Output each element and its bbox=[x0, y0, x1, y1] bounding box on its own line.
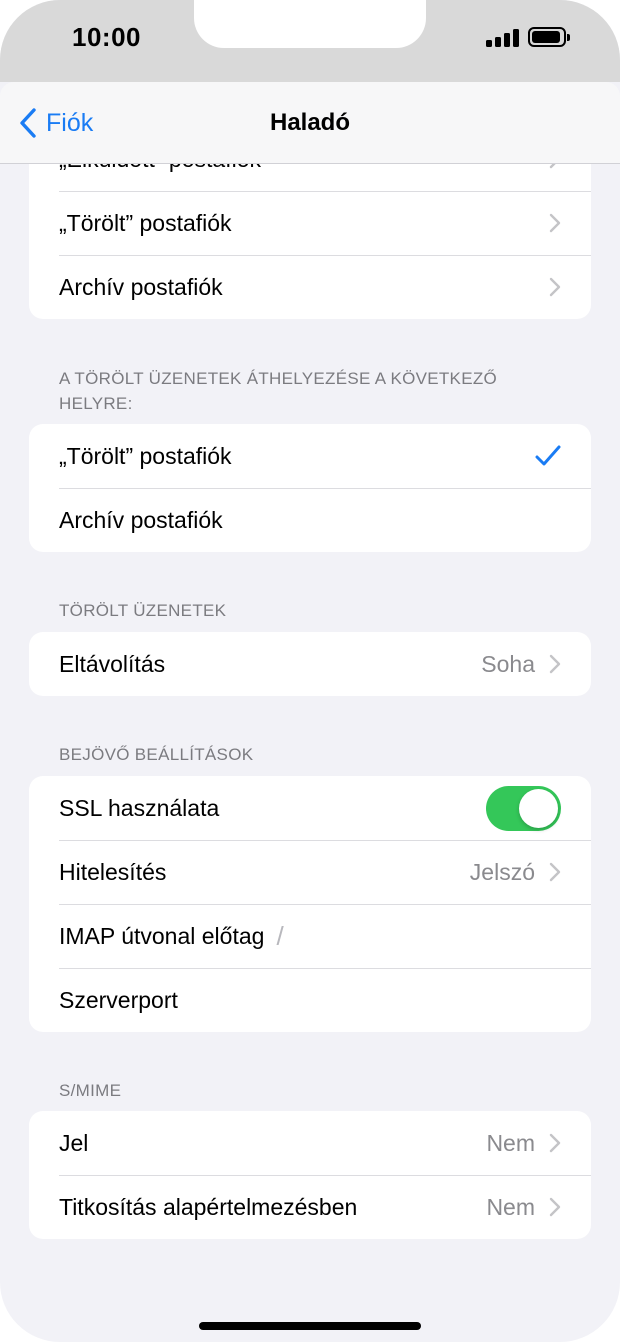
list-item-sign[interactable]: Jel Nem bbox=[29, 1111, 591, 1175]
row-label: Szerverport bbox=[59, 986, 178, 1013]
chevron-right-icon bbox=[549, 1133, 561, 1153]
notch bbox=[194, 0, 426, 48]
row-label: Titkosítás alapértelmezésben bbox=[59, 1193, 358, 1220]
list-item-remove[interactable]: Eltávolítás Soha bbox=[29, 632, 591, 696]
imap-prefix-input[interactable]: / bbox=[276, 921, 283, 952]
row-label: Archív postafiók bbox=[59, 273, 223, 300]
chevron-right-icon bbox=[549, 277, 561, 297]
row-label: Archív postafiók bbox=[59, 506, 223, 533]
row-label: Hitelesítés bbox=[59, 858, 167, 885]
checkmark-icon bbox=[535, 445, 561, 466]
section-header-incoming: Bejövő beállítások bbox=[59, 745, 254, 764]
list-item-use-ssl: SSL használata bbox=[29, 776, 591, 840]
ssl-toggle[interactable] bbox=[486, 785, 561, 831]
row-label: „Törölt” postafiók bbox=[59, 209, 232, 236]
deleted-messages-group: Eltávolítás Soha bbox=[29, 632, 591, 696]
chevron-right-icon bbox=[549, 213, 561, 233]
row-value: Nem bbox=[486, 1193, 535, 1220]
list-item-server-port[interactable]: Szerverport bbox=[29, 968, 591, 1032]
row-label: Eltávolítás bbox=[59, 650, 166, 677]
phone-screen: 10:00 Fiók Haladó „Elküldött” postafiók … bbox=[0, 0, 620, 1342]
mailbox-group: „Elküldött” postafiók „Törölt” postafiók… bbox=[29, 164, 591, 319]
row-label: Jel bbox=[59, 1129, 89, 1156]
option-archive-mailbox[interactable]: Archív postafiók bbox=[29, 488, 591, 552]
smime-group: Jel Nem Titkosítás alapértelmezésben Nem bbox=[29, 1111, 591, 1239]
move-deleted-group: „Törölt” postafiók Archív postafiók bbox=[29, 424, 591, 552]
section-header-deleted-messages: Törölt üzenetek bbox=[59, 601, 227, 620]
list-item-deleted-mailbox[interactable]: „Törölt” postafiók bbox=[29, 191, 591, 255]
status-bar: 10:00 bbox=[0, 0, 620, 82]
chevron-right-icon bbox=[549, 1197, 561, 1217]
list-item-encrypt-default[interactable]: Titkosítás alapértelmezésben Nem bbox=[29, 1175, 591, 1239]
section-header-smime: S/MIME bbox=[59, 1081, 122, 1100]
battery-icon bbox=[528, 27, 570, 47]
incoming-settings-group: SSL használata Hitelesítés Jelszó IMAP ú… bbox=[29, 776, 591, 1032]
option-deleted-mailbox[interactable]: „Törölt” postafiók bbox=[29, 424, 591, 488]
cellular-signal-icon bbox=[486, 29, 520, 47]
settings-list[interactable]: „Elküldött” postafiók „Törölt” postafiók… bbox=[0, 164, 620, 1342]
row-value: Nem bbox=[486, 1129, 535, 1156]
home-indicator[interactable] bbox=[199, 1322, 421, 1330]
status-time: 10:00 bbox=[72, 22, 141, 52]
chevron-right-icon bbox=[549, 654, 561, 674]
row-label: IMAP útvonal előtag bbox=[59, 922, 265, 949]
toggle-knob bbox=[519, 788, 558, 828]
chevron-right-icon bbox=[549, 164, 556, 169]
navigation-bar: Fiók Haladó bbox=[0, 82, 620, 164]
list-item-authentication[interactable]: Hitelesítés Jelszó bbox=[29, 840, 591, 904]
list-item-sent-mailbox[interactable]: „Elküldött” postafiók bbox=[29, 164, 591, 191]
row-value: Soha bbox=[481, 650, 535, 677]
page-title: Haladó bbox=[269, 109, 350, 136]
list-item-archive-mailbox[interactable]: Archív postafiók bbox=[29, 255, 591, 319]
row-label: SSL használata bbox=[59, 794, 220, 821]
row-value: Jelszó bbox=[469, 858, 535, 885]
row-label: „Elküldött” postafiók bbox=[59, 164, 261, 173]
list-item-imap-prefix[interactable]: IMAP útvonal előtag / bbox=[29, 904, 591, 968]
row-label: „Törölt” postafiók bbox=[59, 442, 232, 469]
chevron-right-icon bbox=[549, 862, 561, 882]
section-header-move-deleted: A törölt üzenetek áthelyezése a következ… bbox=[59, 369, 498, 413]
